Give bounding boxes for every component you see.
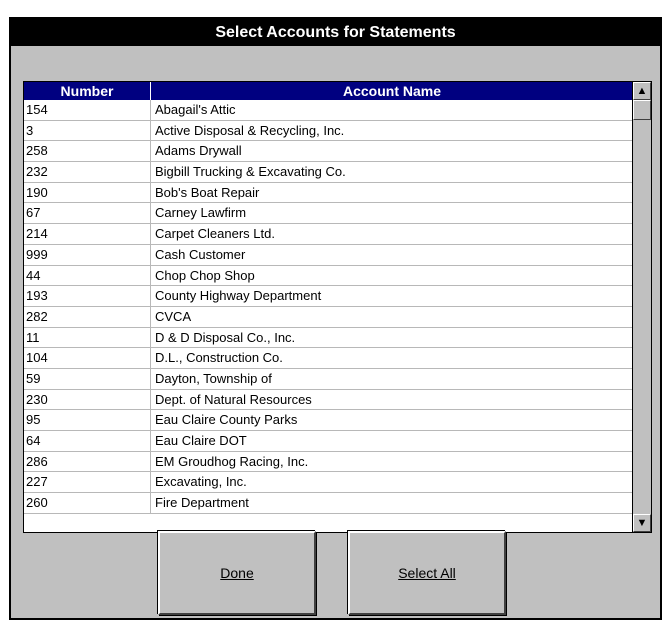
- column-header-number[interactable]: Number: [24, 82, 151, 100]
- account-number-cell: 282: [24, 306, 151, 327]
- scroll-down-arrow-icon[interactable]: ▼: [633, 514, 651, 532]
- list-rows: 154 Abagail's Attic 3 Active Disposal & Rec…: [24, 100, 633, 514]
- account-number-cell: 258: [24, 141, 151, 162]
- account-name-cell: Eau Claire DOT: [155, 433, 247, 448]
- done-button[interactable]: Done: [158, 531, 316, 615]
- table-row[interactable]: 190 Bob's Boat Repair: [24, 182, 633, 204]
- select-all-button[interactable]: Select All: [348, 531, 506, 615]
- account-number-cell: 154: [24, 100, 151, 120]
- column-header-account-name[interactable]: Account Name: [151, 82, 633, 100]
- account-name-cell: Carney Lawfirm: [155, 205, 247, 221]
- account-name-cell: Cash Customer: [155, 246, 246, 262]
- table-row[interactable]: 214 Carpet Cleaners Ltd.: [24, 224, 633, 245]
- scroll-thumb[interactable]: [633, 100, 651, 120]
- account-name-cell: CVCA: [155, 308, 192, 324]
- account-name-cell: Dayton, Township of: [155, 370, 272, 386]
- table-row[interactable]: 95 Eau Claire County Parks: [24, 410, 633, 431]
- account-name-cell: D & D Disposal Co., Inc.: [155, 329, 296, 345]
- account-name-cell: Bigbill Trucking & Excavating Co.: [155, 164, 346, 180]
- accounts-listbox[interactable]: Number Account Name 154 Abagail's Attic 3 A…: [23, 81, 652, 533]
- account-number-cell: 104: [24, 348, 151, 368]
- account-name-cell: EM Groudhog Racing, Inc.: [155, 453, 309, 469]
- account-number-cell: 190: [24, 182, 151, 203]
- table-row[interactable]: 11 D & D Disposal Co., Inc.: [24, 327, 633, 349]
- account-name-cell: Eau Claire County Parks: [155, 412, 298, 428]
- account-number-cell: 232: [24, 162, 151, 182]
- account-number-cell: 3: [24, 120, 151, 141]
- account-number-cell: 260: [24, 493, 151, 513]
- table-row[interactable]: 282 CVCA: [24, 306, 633, 328]
- select-accounts-window: Select Accounts for Statements Number Ac…: [9, 17, 662, 620]
- account-name-cell: County Highway Department: [155, 288, 322, 304]
- account-number-cell: 44: [24, 265, 151, 286]
- account-number-cell: 67: [24, 203, 151, 224]
- account-number-cell: 230: [24, 389, 151, 410]
- table-row[interactable]: 232 Bigbill Trucking & Excavating Co.: [24, 162, 633, 183]
- account-number-cell: 227: [24, 472, 151, 493]
- account-number-cell: 999: [24, 244, 151, 265]
- account-name-cell: D.L., Construction Co.: [155, 350, 283, 366]
- table-row[interactable]: 227 Excavating, Inc.: [24, 472, 633, 494]
- account-number-cell: 95: [24, 410, 151, 430]
- account-name-cell: Abagail's Attic: [155, 102, 236, 117]
- scroll-up-arrow-icon[interactable]: ▲: [633, 82, 651, 100]
- table-row[interactable]: 258 Adams Drywall: [24, 141, 633, 163]
- table-row[interactable]: 230 Dept. of Natural Resources: [24, 389, 633, 411]
- account-number-cell: 193: [24, 286, 151, 306]
- account-name-cell: Bob's Boat Repair: [155, 184, 260, 200]
- table-row[interactable]: 154 Abagail's Attic: [24, 100, 633, 121]
- vertical-scrollbar[interactable]: ▲ ▼: [632, 82, 651, 532]
- table-row[interactable]: 64 Eau Claire DOT: [24, 431, 633, 452]
- account-name-cell: Carpet Cleaners Ltd.: [155, 226, 275, 242]
- table-row[interactable]: 193 County Highway Department: [24, 286, 633, 307]
- account-name-cell: Fire Department: [155, 495, 249, 511]
- window-title: Select Accounts for Statements: [11, 19, 660, 46]
- account-name-cell: Chop Chop Shop: [155, 267, 255, 283]
- account-number-cell: 59: [24, 368, 151, 389]
- list-header: Number Account Name: [24, 82, 633, 100]
- account-name-cell: Active Disposal & Recycling, Inc.: [155, 122, 345, 138]
- table-row[interactable]: 59 Dayton, Township of: [24, 368, 633, 390]
- account-name-cell: Excavating, Inc.: [155, 474, 247, 490]
- account-name-cell: Dept. of Natural Resources: [155, 391, 312, 407]
- table-row[interactable]: 999 Cash Customer: [24, 244, 633, 266]
- table-row[interactable]: 286 EM Groudhog Racing, Inc.: [24, 451, 633, 473]
- account-name-cell: Adams Drywall: [155, 143, 242, 159]
- account-number-cell: 64: [24, 431, 151, 451]
- table-row[interactable]: 260 Fire Department: [24, 493, 633, 514]
- table-row[interactable]: 44 Chop Chop Shop: [24, 265, 633, 287]
- account-number-cell: 286: [24, 451, 151, 472]
- account-number-cell: 11: [24, 327, 151, 348]
- table-row[interactable]: 3 Active Disposal & Recycling, Inc.: [24, 120, 633, 142]
- table-row[interactable]: 67 Carney Lawfirm: [24, 203, 633, 225]
- account-number-cell: 214: [24, 224, 151, 244]
- table-row[interactable]: 104 D.L., Construction Co.: [24, 348, 633, 369]
